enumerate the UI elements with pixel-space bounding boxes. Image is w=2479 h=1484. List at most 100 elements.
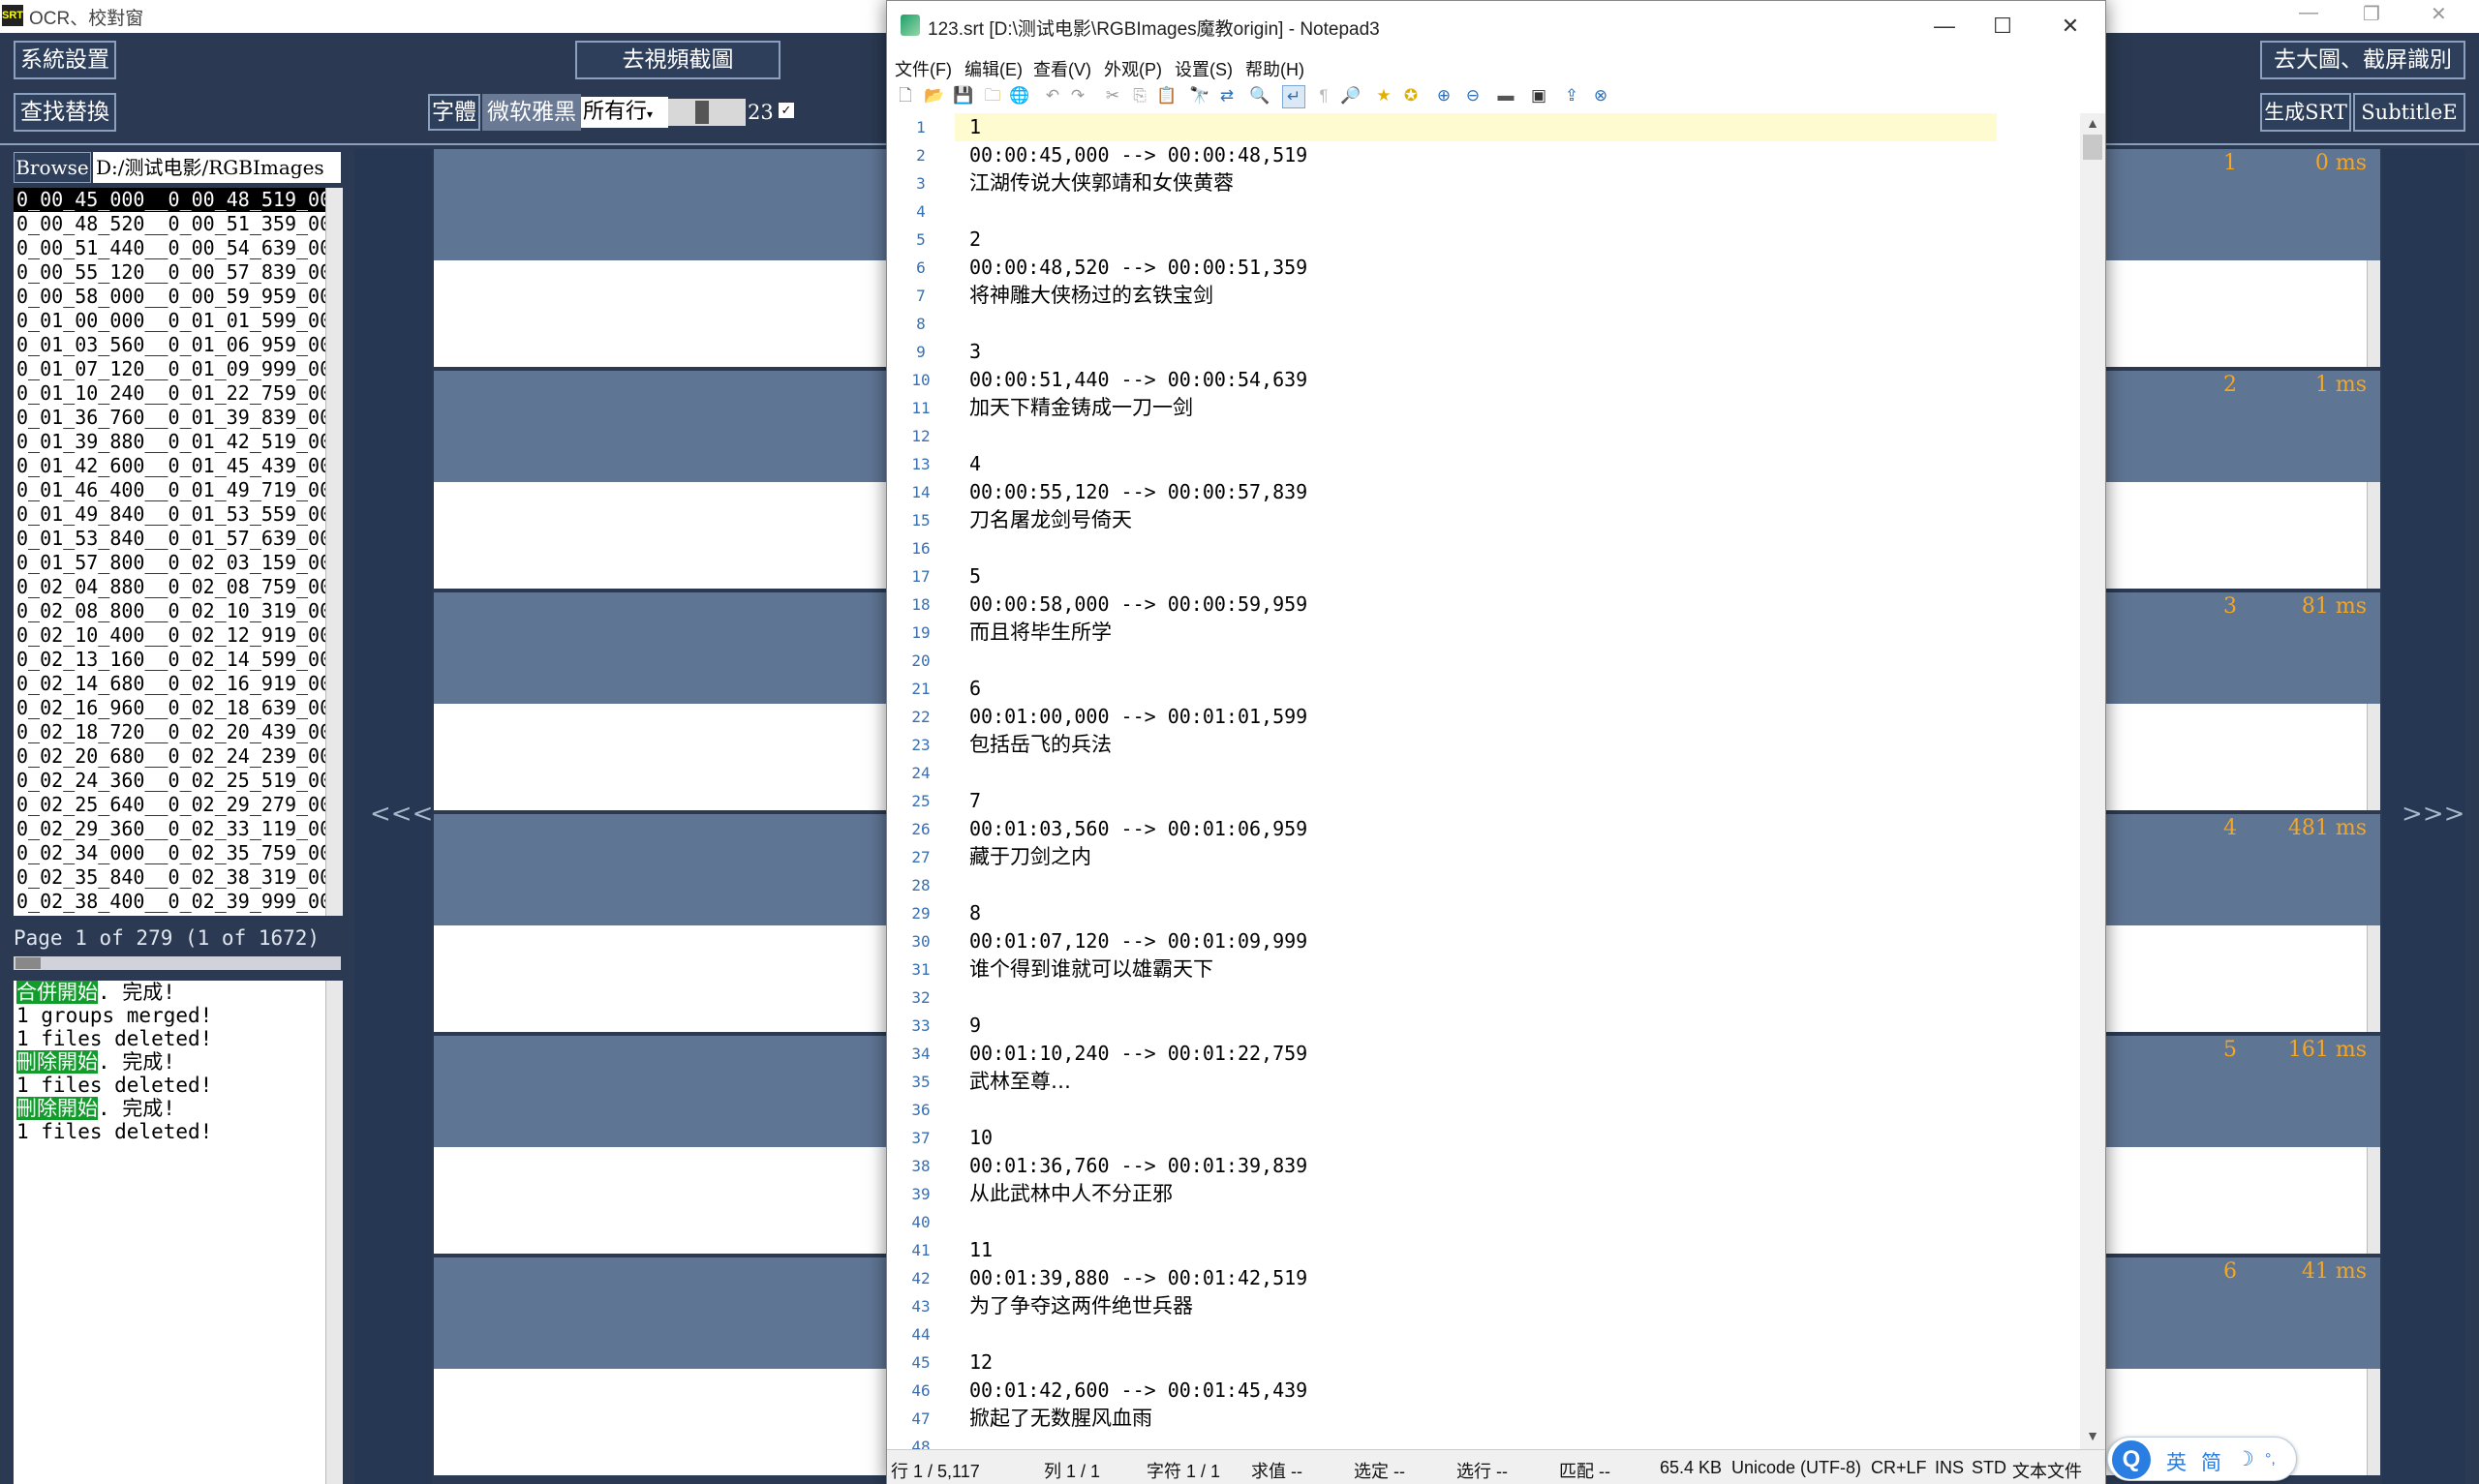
new-file-icon[interactable]: 🗋 xyxy=(895,85,916,106)
editor-scrollbar[interactable]: ▲ ▼ xyxy=(2080,113,2105,1449)
status-encoding[interactable]: Unicode (UTF-8) xyxy=(1731,1458,1861,1478)
editor-line[interactable]: 藏于刀剑之内 xyxy=(955,843,1997,871)
zoom-fit-icon[interactable]: 🔎 xyxy=(1340,85,1362,106)
file-list-item[interactable]: 0_02_16_960__0_02_18_639_00 xyxy=(14,696,343,720)
frame-text-scrollbar[interactable] xyxy=(2367,704,2380,810)
editor-line[interactable] xyxy=(955,1208,1997,1236)
bg-restore-icon[interactable]: ❐ xyxy=(2363,2,2380,26)
file-list[interactable]: 0_00_45_000__0_00_48_519_00 0_00_48_520__… xyxy=(14,188,343,916)
file-list-item[interactable]: 0_01_46_400__0_01_49_719_00 xyxy=(14,478,343,502)
file-list-item[interactable]: 0_01_42_600__0_01_45_439_00 xyxy=(14,454,343,478)
system-settings-button[interactable]: 系統設置 xyxy=(14,41,116,79)
file-list-item[interactable]: 0_01_00_000__0_01_01_599_00 xyxy=(14,309,343,333)
ime-toolbar[interactable]: Q 英 简 ☽ °, xyxy=(2107,1437,2297,1481)
editor-line[interactable]: 10 xyxy=(955,1124,1997,1152)
open-folder-icon[interactable]: 📂 xyxy=(924,85,945,106)
file-list-item[interactable]: 0_02_24_360__0_02_25_519_00 xyxy=(14,769,343,793)
next-arrow-icon[interactable]: >>> xyxy=(2402,800,2464,829)
status-ins[interactable]: INS xyxy=(1935,1458,1964,1478)
file-list-item[interactable]: 0_02_04_880__0_02_08_759_00 xyxy=(14,575,343,599)
browse-icon[interactable]: 🌐 xyxy=(1009,85,1030,106)
menu-file[interactable]: 文件(F) xyxy=(895,56,952,81)
file-list-item[interactable]: 0_02_08_800__0_02_10_319_00 xyxy=(14,599,343,623)
minimize-icon[interactable]: — xyxy=(1915,9,1974,44)
editor-line[interactable]: 00:01:07,120 --> 00:01:09,999 xyxy=(955,927,1997,955)
ime-lang-toggle[interactable]: 英 xyxy=(2166,1447,2187,1476)
browse-button[interactable]: Browse xyxy=(14,152,91,183)
subtitle-edit-button[interactable]: SubtitleE xyxy=(2353,93,2465,132)
editor-line[interactable]: 3 xyxy=(955,338,1997,366)
file-list-item[interactable]: 0_01_03_560__0_01_06_959_00 xyxy=(14,333,343,357)
editor-line[interactable]: 4 xyxy=(955,450,1997,478)
file-list-item[interactable]: 0_01_53_840__0_01_57_639_00 xyxy=(14,527,343,551)
editor-line[interactable]: 00:00:51,440 --> 00:00:54,639 xyxy=(955,366,1997,394)
checkbox-icon[interactable]: ✓ xyxy=(779,103,794,118)
editor-line[interactable]: 加天下精金铸成一刀一剑 xyxy=(955,394,1997,422)
page-scrollbar[interactable] xyxy=(14,956,341,970)
editor-line[interactable]: 11 xyxy=(955,1236,1997,1264)
close-icon[interactable]: ✕ xyxy=(2041,9,2099,44)
file-list-item[interactable]: 0_01_36_760__0_01_39_839_00 xyxy=(14,406,343,430)
editor-line[interactable] xyxy=(955,1096,1997,1124)
editor-line[interactable] xyxy=(955,422,1997,450)
editor-line[interactable]: 5 xyxy=(955,562,1997,591)
scroll-down-icon[interactable]: ▼ xyxy=(2082,1428,2103,1445)
file-list-item[interactable]: 0_01_10_240__0_01_22_759_00 xyxy=(14,381,343,406)
paste-icon[interactable]: 📋 xyxy=(1156,85,1178,106)
scheme-icon[interactable]: ▬ xyxy=(1495,85,1516,106)
editor-line[interactable]: 00:01:00,000 --> 00:01:01,599 xyxy=(955,703,1997,731)
editor-line[interactable]: 00:00:45,000 --> 00:00:48,519 xyxy=(955,141,1997,169)
cut-icon[interactable]: ✂ xyxy=(1102,85,1123,106)
editor-line[interactable]: 00:00:48,520 --> 00:00:51,359 xyxy=(955,254,1997,282)
zoom-out-icon[interactable]: ⊖ xyxy=(1462,85,1484,106)
file-list-item[interactable]: 0_02_18_720__0_02_20_439_00 xyxy=(14,720,343,744)
editor-line[interactable] xyxy=(955,197,1997,226)
file-list-item[interactable]: 0_01_49_840__0_01_53_559_00 xyxy=(14,502,343,527)
status-filetype[interactable]: 文本文件 xyxy=(2012,1458,2082,1483)
file-list-item[interactable]: 0_00_48_520__0_00_51_359_00 xyxy=(14,212,343,236)
status-std[interactable]: STD xyxy=(1972,1458,2006,1478)
editor-line[interactable]: 谁个得到谁就可以雄霸天下 xyxy=(955,955,1997,984)
menu-appearance[interactable]: 外观(P) xyxy=(1104,56,1162,81)
file-list-item[interactable]: 0_01_57_800__0_02_03_159_00 xyxy=(14,551,343,575)
editor-line[interactable]: 将神雕大侠杨过的玄铁宝剑 xyxy=(955,282,1997,310)
file-list-item[interactable]: 0_02_25_640__0_02_29_279_00 xyxy=(14,793,343,817)
save-icon[interactable]: 💾 xyxy=(953,85,974,106)
prev-arrow-icon[interactable]: <<< xyxy=(370,800,433,829)
frame-text-scrollbar[interactable] xyxy=(2367,1147,2380,1254)
bg-minimize-icon[interactable]: — xyxy=(2299,2,2318,24)
favorites-icon[interactable]: ★ xyxy=(1373,85,1394,106)
file-list-item[interactable]: 0_02_10_400__0_02_12_919_00 xyxy=(14,623,343,648)
editor-line[interactable]: 包括岳飞的兵法 xyxy=(955,731,1997,759)
file-list-item[interactable]: 0_00_55_120__0_00_57_839_00 xyxy=(14,260,343,285)
editor-line[interactable] xyxy=(955,759,1997,787)
editor-line[interactable]: 00:00:55,120 --> 00:00:57,839 xyxy=(955,478,1997,506)
editor-line[interactable] xyxy=(955,871,1997,899)
editor-line[interactable]: 00:01:39,880 --> 00:01:42,519 xyxy=(955,1264,1997,1292)
save-as-icon[interactable]: 🗀 xyxy=(982,85,1003,106)
font-size-slider[interactable] xyxy=(668,99,746,126)
redo-icon[interactable]: ↷ xyxy=(1067,85,1088,106)
file-list-item[interactable]: 0_02_35_840__0_02_38_319_00 xyxy=(14,865,343,890)
path-field[interactable]: D:/测试电影/RGBImages xyxy=(93,152,341,183)
file-list-item[interactable]: 0_02_20_680__0_02_24_239_00 xyxy=(14,744,343,769)
editor-line[interactable]: 7 xyxy=(955,787,1997,815)
editor-line[interactable]: 2 xyxy=(955,226,1997,254)
goto-video-capture-button[interactable]: 去視頻截圖 xyxy=(575,41,780,79)
editor-line[interactable] xyxy=(955,984,1997,1012)
editor-line[interactable]: 从此武林中人不分正邪 xyxy=(955,1180,1997,1208)
scroll-up-icon[interactable]: ▲ xyxy=(2082,115,2103,133)
editor-line[interactable]: 掀起了无数腥风血雨 xyxy=(955,1405,1997,1433)
file-list-item[interactable]: 0_02_38_400__0_02_39_999_00 xyxy=(14,890,343,914)
font-name-button[interactable]: 微软雅黑 xyxy=(482,94,581,131)
scroll-thumb[interactable] xyxy=(2083,135,2102,160)
log-scrollbar[interactable] xyxy=(325,981,343,1484)
editor-line[interactable]: 00:01:42,600 --> 00:01:45,439 xyxy=(955,1377,1997,1405)
goto-icon[interactable]: 🔍 xyxy=(1249,85,1270,106)
editor-line[interactable]: 12 xyxy=(955,1348,1997,1377)
editor-line[interactable]: 武林至尊… xyxy=(955,1068,1997,1096)
file-list-item[interactable]: 0_02_34_000__0_02_35_759_00 xyxy=(14,841,343,865)
undo-icon[interactable]: ↶ xyxy=(1042,85,1063,106)
file-list-item[interactable]: 0_01_07_120__0_01_09_999_00 xyxy=(14,357,343,381)
ime-moon-icon[interactable]: ☽ xyxy=(2236,1447,2254,1471)
